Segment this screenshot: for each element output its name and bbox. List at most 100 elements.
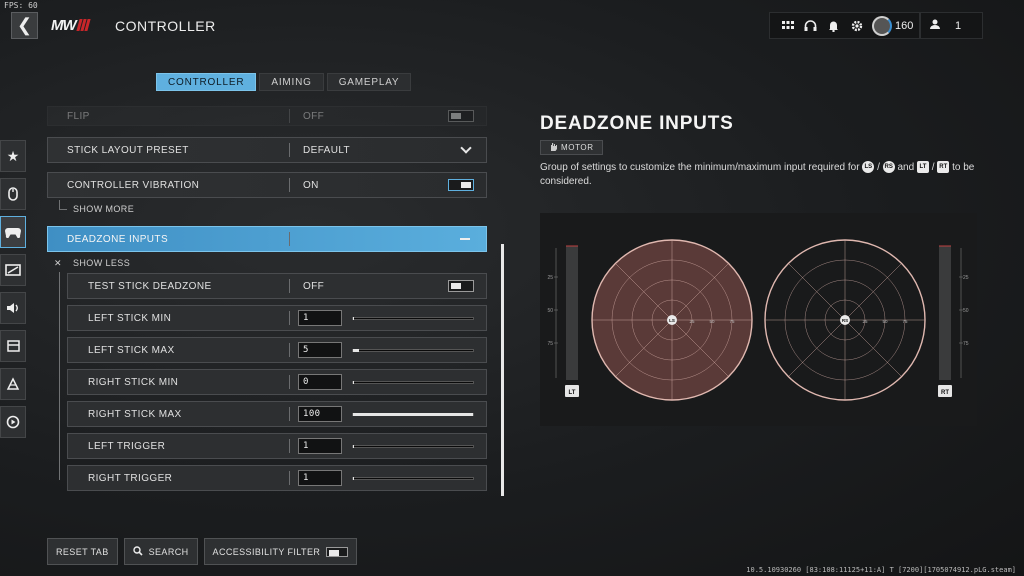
left-trigger-tick-label: 75 (547, 341, 553, 347)
flip-toggle[interactable] (448, 110, 474, 122)
value-input[interactable]: 1 (298, 438, 342, 454)
controller-icon[interactable] (0, 216, 26, 248)
reset-tab-button[interactable]: RESET TAB (47, 538, 118, 565)
search-icon (132, 545, 143, 558)
tab-gameplay[interactable]: GAMEPLAY (326, 73, 412, 91)
setting-value: DEFAULT (303, 144, 351, 156)
value-input[interactable]: 5 (298, 342, 342, 358)
deadzone-visualizer: 25 50 75 LT 25 50 75 RT 25 50 75 LS 25 50 75 RS (540, 213, 977, 426)
left-trigger-tick-label: 50 (547, 308, 553, 314)
avatar (872, 15, 892, 36)
collapse-icon[interactable] (460, 238, 470, 240)
value-slider[interactable] (352, 476, 474, 480)
setting-value: OFF (303, 280, 325, 292)
setting-label: LEFT STICK MAX (88, 344, 175, 356)
interface-icon[interactable] (0, 330, 26, 362)
value-input[interactable]: 100 (298, 406, 342, 422)
favorites-icon[interactable]: ★ (0, 140, 26, 172)
right-trigger-tick-label: 25 (963, 275, 969, 281)
setting-left-trigger[interactable]: LEFT TRIGGER 1 (67, 433, 487, 459)
chevron-down-icon[interactable] (460, 142, 472, 154)
vibration-toggle[interactable] (448, 179, 474, 191)
audio-icon[interactable] (0, 292, 26, 324)
party-button[interactable]: 1 (920, 12, 983, 39)
hand-icon (549, 142, 557, 153)
setting-label: RIGHT STICK MAX (88, 408, 182, 420)
setting-deadzone-inputs[interactable]: DEADZONE INPUTS (47, 226, 487, 252)
search-button[interactable]: SEARCH (123, 538, 198, 565)
display-icon[interactable] (0, 254, 26, 286)
setting-stick-layout-preset[interactable]: STICK LAYOUT PRESET DEFAULT (47, 137, 487, 163)
value-input[interactable]: 0 (298, 374, 342, 390)
setting-right-trigger[interactable]: RIGHT TRIGGER 1 (67, 465, 487, 491)
build-info: 10.5.10930260 [83:108:11125+11:A] T [720… (746, 566, 1016, 574)
rt-icon: RT (937, 161, 950, 174)
player-level[interactable]: 160 (872, 15, 913, 36)
value-slider[interactable] (352, 348, 474, 352)
setting-label: LEFT STICK MIN (88, 312, 172, 324)
setting-controller-vibration[interactable]: CONTROLLER VIBRATION ON (47, 172, 487, 198)
top-toolbar: 160 (769, 12, 921, 39)
value-slider[interactable] (352, 444, 474, 448)
show-less-link[interactable]: SHOW LESS (73, 256, 130, 270)
setting-label: STICK LAYOUT PRESET (67, 144, 189, 156)
left-stick-center-label: LS (669, 318, 675, 323)
headset-icon[interactable] (799, 14, 822, 37)
right-trigger-badge-label: RT (941, 390, 949, 396)
accessibility-toggle[interactable] (326, 546, 349, 557)
ls-icon: LS (862, 161, 875, 174)
close-icon[interactable]: ✕ (54, 256, 62, 270)
accessibility-filter-button[interactable]: ACCESSIBILITY FILTER (203, 538, 358, 565)
playback-icon[interactable] (0, 406, 26, 438)
lt-icon: LT (916, 161, 929, 174)
right-trigger-bar (939, 246, 951, 380)
back-button[interactable]: ❮ (11, 12, 38, 39)
slider-fill (353, 444, 355, 448)
info-description: Group of settings to customize the minim… (540, 161, 975, 187)
fps-counter: FPS: 60 (4, 1, 38, 10)
party-count: 1 (955, 19, 962, 32)
settings-tabs: CONTROLLER AIMING GAMEPLAY (156, 73, 412, 91)
left-trigger-badge-label: LT (569, 390, 576, 396)
left-trigger-bar (566, 246, 578, 380)
slider-fill (353, 380, 354, 384)
mouse-icon[interactable] (0, 178, 26, 210)
network-icon[interactable] (0, 368, 26, 400)
tab-aiming[interactable]: AIMING (259, 73, 324, 91)
setting-right-stick-min[interactable]: RIGHT STICK MIN 0 (67, 369, 487, 395)
value-input[interactable]: 1 (298, 470, 342, 486)
setting-value: OFF (303, 110, 325, 122)
right-stick-tick-label: 75 (902, 319, 908, 324)
setting-left-stick-max[interactable]: LEFT STICK MAX 5 (67, 337, 487, 363)
setting-label: RIGHT TRIGGER (88, 472, 173, 484)
value-input[interactable]: 1 (298, 310, 342, 326)
setting-label: LEFT TRIGGER (88, 440, 166, 452)
right-stick-center-label: RS (842, 318, 848, 323)
left-trigger-tick-label: 25 (547, 275, 553, 281)
value-slider[interactable] (352, 316, 474, 320)
setting-test-stick-deadzone[interactable]: TEST STICK DEADZONE OFF (67, 273, 487, 299)
left-stick-tick-label: 25 (689, 319, 695, 324)
setting-right-stick-max[interactable]: RIGHT STICK MAX 100 (67, 401, 487, 427)
show-more-link[interactable]: SHOW MORE (73, 202, 134, 216)
test-stick-toggle[interactable] (448, 280, 474, 292)
settings-scrollbar[interactable] (501, 244, 504, 496)
motor-tag: MOTOR (540, 140, 603, 155)
deadzone-visualizer-svg: 25 50 75 LT 25 50 75 RT 25 50 75 LS 25 50 75 RS (547, 239, 969, 401)
setting-label: RIGHT STICK MIN (88, 376, 179, 388)
grid-menu-icon[interactable] (776, 14, 799, 37)
slider-fill (353, 316, 355, 320)
setting-label: TEST STICK DEADZONE (88, 280, 212, 292)
setting-label: CONTROLLER VIBRATION (67, 179, 200, 191)
gear-icon[interactable] (845, 14, 868, 37)
value-slider[interactable] (352, 412, 474, 416)
setting-left-stick-min[interactable]: LEFT STICK MIN 1 (67, 305, 487, 331)
side-nav: ★ (0, 140, 26, 444)
game-logo: MW (51, 17, 105, 34)
value-slider[interactable] (352, 380, 474, 384)
bell-icon[interactable] (822, 14, 845, 37)
tab-controller[interactable]: CONTROLLER (156, 73, 257, 91)
right-trigger-tick-label: 75 (963, 341, 969, 347)
page-title: CONTROLLER (115, 18, 216, 34)
setting-flip[interactable]: FLIP OFF (47, 106, 487, 126)
